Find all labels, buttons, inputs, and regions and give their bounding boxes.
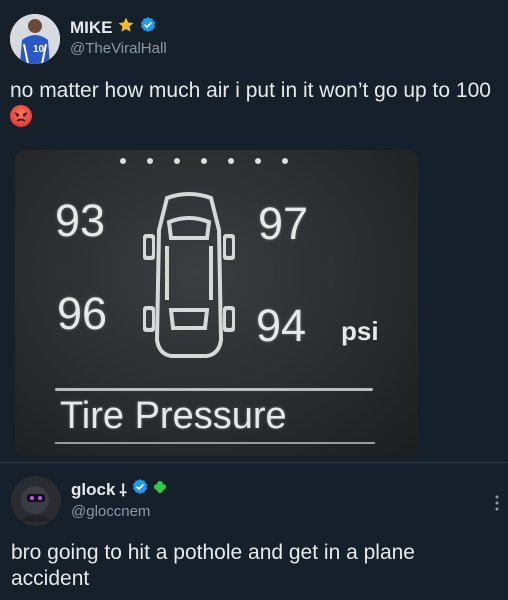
jersey-number: 10 — [33, 44, 45, 55]
reply-author-name-row: glock ⸸ — [71, 478, 167, 501]
author-avatar[interactable]: 10 — [10, 14, 60, 64]
indicator-dot — [255, 158, 261, 164]
verified-badge-icon — [139, 16, 157, 39]
divider-line — [55, 388, 373, 391]
tire-pressure-photo[interactable]: 93 97 96 94 psi Tire Pressure — [15, 150, 418, 456]
indicator-dot — [201, 158, 207, 164]
reply-author-display-name[interactable]: glock — [71, 480, 115, 500]
pressure-front-right: 97 — [258, 198, 309, 249]
author-handle[interactable]: @TheViralHall — [70, 40, 167, 57]
verified-badge-icon — [131, 478, 149, 501]
pressure-rear-left: 96 — [57, 288, 108, 339]
divider-line-bottom — [55, 442, 375, 444]
post-separator — [0, 462, 508, 463]
indicator-dot — [147, 158, 153, 164]
pressure-unit: psi — [341, 316, 379, 346]
indicator-dot — [174, 158, 180, 164]
indicator-dots — [120, 158, 288, 164]
clover-emoji-icon — [153, 480, 167, 499]
star-emoji-icon — [117, 16, 135, 39]
dashboard-screen: 93 97 96 94 psi Tire Pressure — [15, 150, 418, 456]
angry-face-emoji-icon — [10, 105, 32, 127]
post-text: no matter how much air i put in it won’t… — [10, 78, 500, 130]
more-options-icon[interactable] — [494, 494, 500, 512]
pressure-rear-right: 94 — [256, 300, 307, 351]
car-outline-icon — [139, 190, 239, 367]
author-display-name[interactable]: MIKE — [70, 18, 113, 38]
indicator-dot — [120, 158, 126, 164]
reply-author-avatar[interactable] — [11, 476, 61, 526]
tire-pressure-label: Tire Pressure — [60, 395, 287, 437]
post-text-content: no matter how much air i put in it won’t… — [10, 79, 491, 102]
pressure-front-left: 93 — [55, 195, 106, 246]
indicator-dot — [228, 158, 234, 164]
emoji-symbol-icon: ⸸ — [119, 482, 127, 500]
indicator-dot — [282, 158, 288, 164]
reply-author-handle[interactable]: @gloccnem — [71, 503, 150, 520]
reply-text: bro going to hit a pothole and get in a … — [11, 541, 415, 590]
author-name-row: MIKE — [70, 16, 157, 39]
